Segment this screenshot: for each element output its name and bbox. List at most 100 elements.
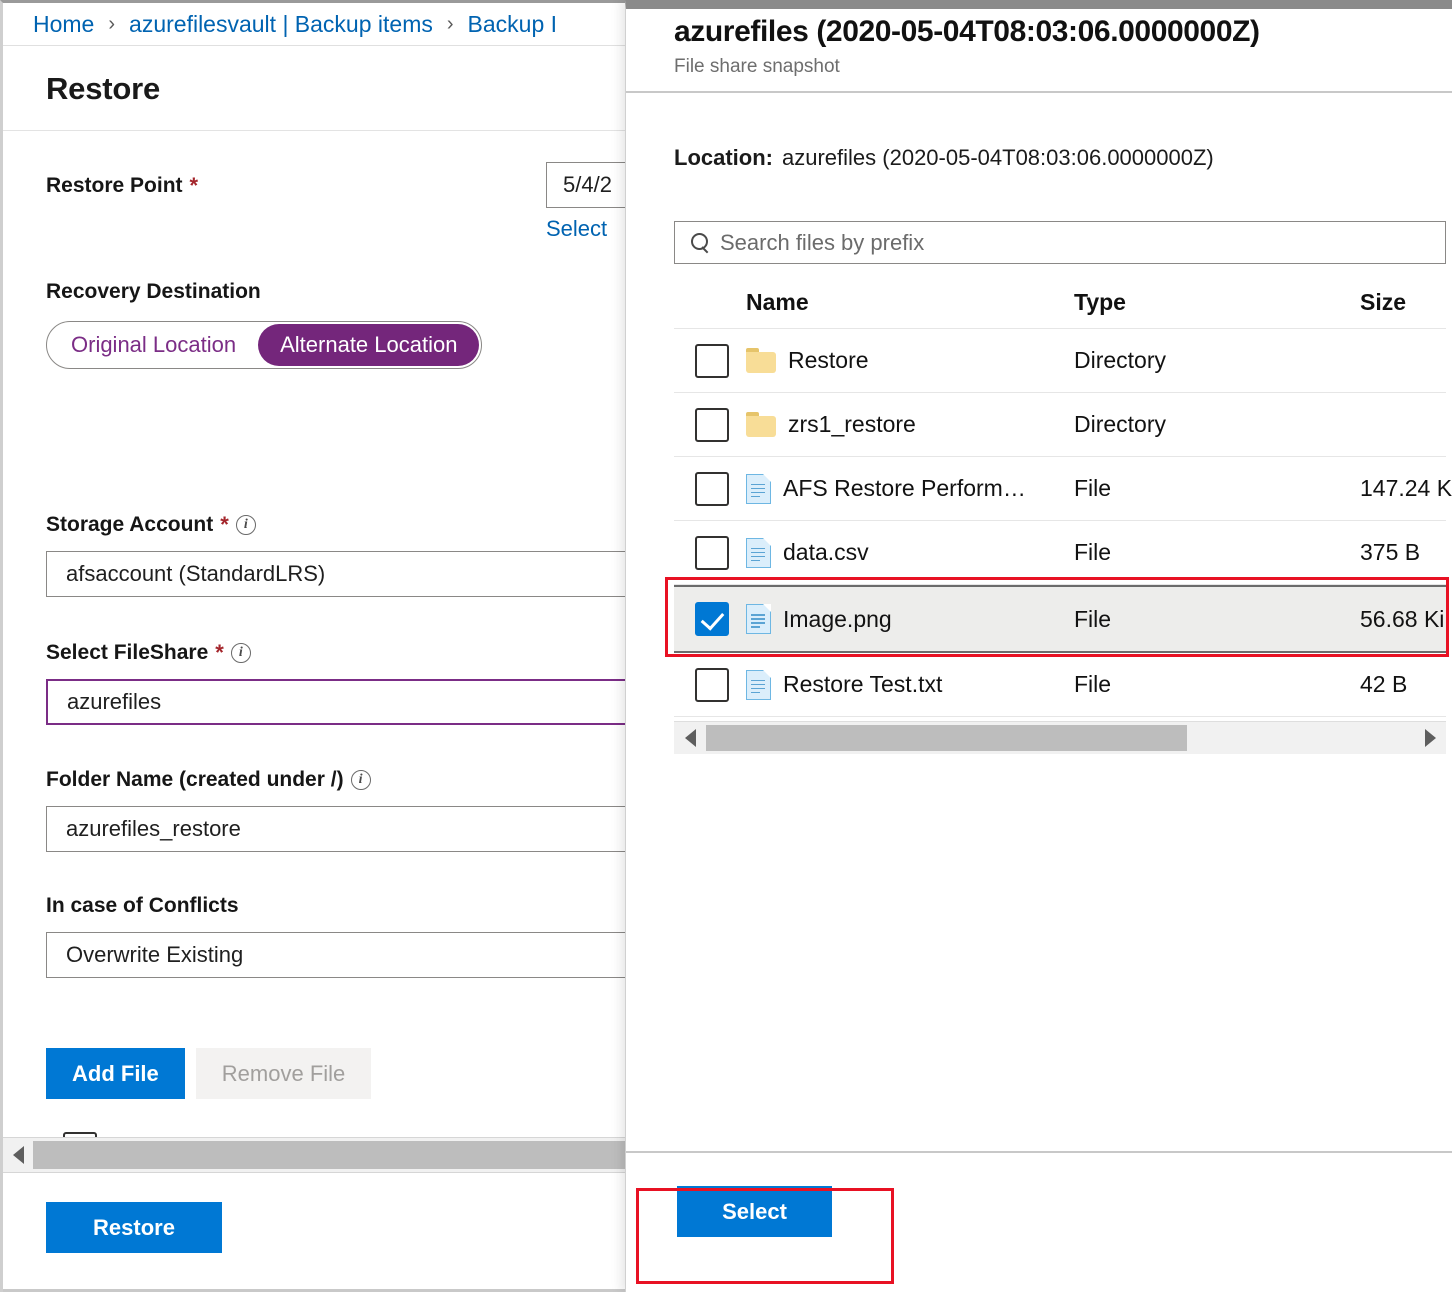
page-title: Restore	[46, 71, 160, 107]
restore-blade-footer: Restore	[3, 1174, 626, 1292]
row-checkbox[interactable]	[695, 408, 729, 442]
breadcrumb-item-home[interactable]: Home	[33, 13, 94, 36]
row-type: Directory	[1074, 411, 1353, 438]
file-icon	[746, 604, 771, 634]
row-checkbox[interactable]	[695, 536, 729, 570]
file-picker-header: azurefiles (2020-05-04T08:03:06.0000000Z…	[626, 9, 1452, 93]
required-marker: *	[220, 512, 229, 538]
chevron-right-icon: ›	[108, 13, 115, 36]
restore-button[interactable]: Restore	[46, 1202, 222, 1253]
restore-blade: Home › azurefilesvault | Backup items › …	[0, 0, 626, 1292]
row-name: Restore Test.txt	[783, 671, 942, 698]
table-row[interactable]: zrs1_restore Directory	[674, 393, 1446, 457]
remove-file-button: Remove File	[196, 1048, 371, 1099]
row-checkbox-cell	[674, 344, 746, 378]
file-icon	[746, 474, 771, 504]
row-checkbox[interactable]	[695, 344, 729, 378]
row-name-cell: data.csv	[746, 538, 1074, 568]
row-name: Restore	[788, 347, 869, 374]
table-row[interactable]: AFS Restore Perform… File 147.24 K	[674, 457, 1446, 521]
table-row[interactable]: Restore Directory	[674, 329, 1446, 393]
toggle-option-alternate-location[interactable]: Alternate Location	[258, 324, 479, 366]
row-checkbox-cell	[674, 668, 746, 702]
row-checkbox-cell	[674, 536, 746, 570]
file-table: Name Type Size Restore Directory	[674, 277, 1446, 717]
row-type: File	[1074, 606, 1353, 633]
info-icon[interactable]: i	[231, 643, 251, 663]
select-fileshare-label: Select FileShare * i	[46, 640, 251, 666]
row-name-cell: zrs1_restore	[746, 411, 1074, 438]
row-name-cell: Image.png	[746, 604, 1074, 634]
scrollbar-thumb[interactable]	[706, 725, 1187, 751]
restore-point-label: Restore Point *	[46, 173, 198, 199]
row-name: zrs1_restore	[788, 411, 916, 438]
select-fileshare-input[interactable]: azurefiles	[46, 679, 626, 725]
row-size: 56.68 Ki	[1353, 606, 1452, 633]
scrollbar-track[interactable]	[706, 722, 1414, 755]
toggle-option-original-location[interactable]: Original Location	[49, 324, 258, 366]
breadcrumb-item-vault[interactable]: azurefilesvault | Backup items	[129, 13, 433, 36]
search-input[interactable]: Search files by prefix	[674, 221, 1446, 264]
location-row: Location:azurefiles (2020-05-04T08:03:06…	[674, 145, 1214, 171]
blade-horizontal-scrollbar[interactable]	[3, 1137, 626, 1173]
restore-point-label-text: Restore Point	[46, 174, 183, 198]
file-picker-subtitle: File share snapshot	[674, 54, 1452, 80]
row-checkbox[interactable]	[695, 472, 729, 506]
folder-icon	[746, 412, 776, 437]
info-icon[interactable]: i	[351, 770, 371, 790]
scroll-left-arrow-icon[interactable]	[674, 722, 706, 755]
folder-name-label: Folder Name (created under /) i	[46, 768, 371, 792]
restore-point-input[interactable]: 5/4/2	[546, 162, 626, 208]
restore-point-value: 5/4/2	[563, 172, 612, 198]
row-checkbox[interactable]	[695, 602, 729, 636]
blade-title-bar: Restore	[3, 47, 626, 131]
restore-point-select-link[interactable]: Select	[546, 216, 607, 242]
storage-account-input[interactable]: afsaccount (StandardLRS)	[46, 551, 626, 597]
required-marker: *	[190, 173, 199, 199]
restore-form: Restore Point * 5/4/2 Select Recovery De…	[3, 132, 626, 1146]
breadcrumb-item-backup[interactable]: Backup I	[468, 13, 558, 36]
row-checkbox-cell	[674, 602, 746, 636]
row-name-cell: Restore Test.txt	[746, 670, 1074, 700]
folder-icon	[746, 348, 776, 373]
file-table-header: Name Type Size	[674, 277, 1446, 329]
recovery-destination-label-text: Recovery Destination	[46, 280, 261, 304]
conflicts-select[interactable]: Overwrite Existing	[46, 932, 626, 978]
row-checkbox[interactable]	[695, 668, 729, 702]
row-size: 42 B	[1353, 671, 1452, 698]
row-type: Directory	[1074, 347, 1353, 374]
file-list-horizontal-scrollbar[interactable]	[674, 721, 1446, 754]
recovery-destination-toggle[interactable]: Original Location Alternate Location	[46, 321, 482, 369]
select-button[interactable]: Select	[677, 1186, 832, 1237]
scrollbar-thumb[interactable]	[33, 1141, 626, 1169]
table-row[interactable]: Restore Test.txt File 42 B	[674, 653, 1446, 717]
storage-account-value: afsaccount (StandardLRS)	[66, 561, 325, 587]
restore-point-row: Restore Point * 5/4/2 Select	[3, 160, 626, 240]
folder-name-value: azurefiles_restore	[66, 816, 241, 842]
folder-name-input[interactable]: azurefiles_restore	[46, 806, 626, 852]
row-name: AFS Restore Perform…	[783, 475, 1026, 502]
location-label: Location:	[674, 145, 773, 170]
column-header-size[interactable]: Size	[1353, 289, 1452, 316]
table-row-selected[interactable]: Image.png File 56.68 Ki	[674, 585, 1446, 653]
row-type: File	[1074, 475, 1353, 502]
column-header-type[interactable]: Type	[1074, 289, 1353, 316]
file-icon	[746, 670, 771, 700]
required-marker: *	[215, 640, 224, 666]
folder-name-label-text: Folder Name (created under /)	[46, 768, 344, 792]
add-file-button[interactable]: Add File	[46, 1048, 185, 1099]
table-row[interactable]: data.csv File 375 B	[674, 521, 1446, 585]
row-checkbox-cell	[674, 408, 746, 442]
column-header-name[interactable]: Name	[746, 289, 1074, 316]
row-size: 147.24 K	[1353, 475, 1452, 502]
chevron-right-icon: ›	[447, 13, 454, 36]
scroll-right-arrow-icon[interactable]	[1414, 722, 1446, 755]
scroll-left-arrow-icon[interactable]	[3, 1137, 33, 1173]
row-size: 375 B	[1353, 539, 1452, 566]
storage-account-label-text: Storage Account	[46, 513, 213, 537]
info-icon[interactable]: i	[236, 515, 256, 535]
file-picker-blade: azurefiles (2020-05-04T08:03:06.0000000Z…	[625, 0, 1452, 1292]
file-action-buttons: Add File Remove File	[46, 1048, 371, 1099]
row-name-cell: Restore	[746, 347, 1074, 374]
row-type: File	[1074, 671, 1353, 698]
